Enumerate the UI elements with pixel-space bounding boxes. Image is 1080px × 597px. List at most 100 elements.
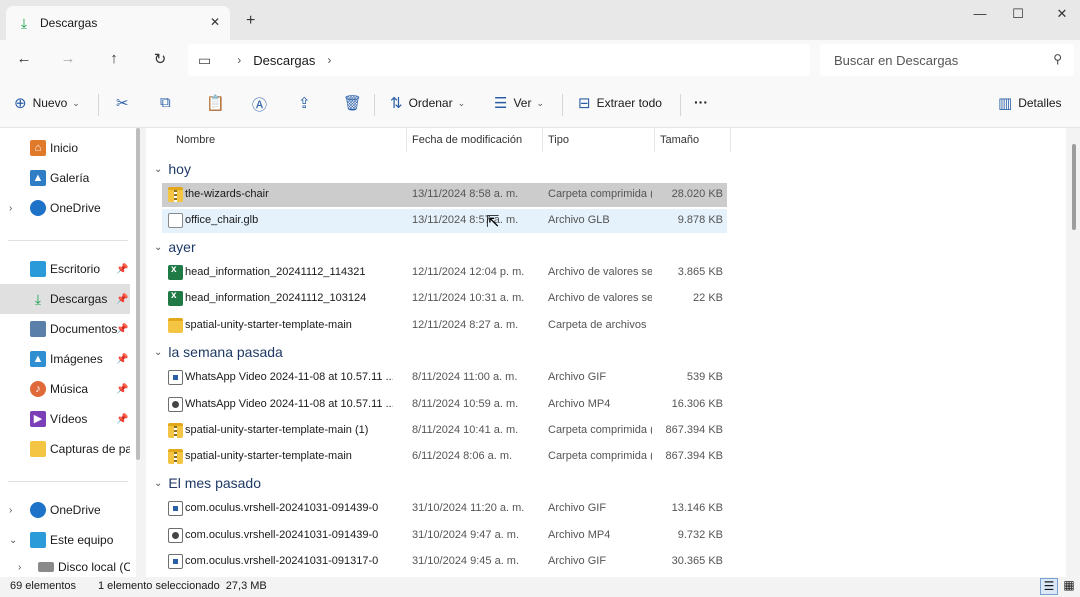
group-label: hoy bbox=[168, 161, 191, 177]
column-header-name[interactable]: Nombre bbox=[176, 134, 215, 146]
sidebar-item-label: Vídeos bbox=[50, 412, 88, 426]
chevron-down-icon: ⌄ bbox=[536, 97, 545, 108]
chevron-right-icon[interactable]: › bbox=[9, 203, 12, 214]
sidebar-item-escritorio[interactable]: Escritorio 📌 bbox=[0, 254, 130, 284]
breadcrumb-descargas[interactable]: Descargas bbox=[253, 53, 315, 68]
chevron-right-icon[interactable]: › bbox=[18, 562, 21, 573]
more-options-button[interactable]: ··· bbox=[694, 94, 708, 110]
sort-button[interactable]: ⇅ Ordenar ⌄ bbox=[390, 94, 465, 112]
paste-button[interactable]: 📋 bbox=[206, 94, 231, 112]
search-input[interactable]: Buscar en Descargas ⚲ bbox=[820, 44, 1074, 76]
sidebar-item-este-equipo[interactable]: ⌄ Este equipo bbox=[0, 525, 130, 555]
file-type: Archivo de valores separados por comas bbox=[548, 292, 652, 304]
table-row[interactable]: com.oculus.vrshell-20241031-091317-0 31/… bbox=[162, 550, 727, 574]
details-view-icon[interactable]: ☰ bbox=[1040, 578, 1058, 595]
pin-icon[interactable]: 📌 bbox=[116, 354, 128, 365]
minimize-icon[interactable]: — bbox=[970, 6, 990, 21]
table-row[interactable]: WhatsApp Video 2024-11-08 at 10.57.11 ..… bbox=[162, 366, 727, 390]
new-button[interactable]: ⊕ Nuevo ⌄ bbox=[14, 94, 80, 112]
divider bbox=[680, 94, 681, 116]
column-header-size[interactable]: Tamaño bbox=[660, 134, 699, 146]
chevron-right-icon[interactable]: › bbox=[9, 505, 12, 516]
table-row[interactable]: spatial-unity-starter-template-main (1) … bbox=[162, 419, 727, 443]
pin-icon[interactable]: 📌 bbox=[116, 414, 128, 425]
share-button[interactable]: ⇪ bbox=[298, 94, 317, 112]
table-row[interactable]: WhatsApp Video 2024-11-08 at 10.57.11 ..… bbox=[162, 393, 727, 417]
group-header-semana-pasada[interactable]: ⌄ la semana pasada bbox=[154, 344, 283, 360]
rename-button[interactable]: Ⓐ bbox=[252, 94, 273, 115]
forward-arrow-icon[interactable]: → bbox=[58, 50, 78, 67]
title-bar: ⤓ Descargas ✕ + — ☐ ✕ bbox=[0, 0, 1080, 40]
folder-icon bbox=[168, 318, 183, 333]
chevron-down-icon: ⌄ bbox=[154, 163, 163, 175]
close-window-icon[interactable]: ✕ bbox=[1052, 6, 1072, 22]
table-row[interactable]: head_information_20241112_103124 12/11/2… bbox=[162, 287, 727, 311]
file-size: 13.146 KB bbox=[671, 502, 723, 514]
sidebar-item-descargas[interactable]: ⤓ Descargas 📌 bbox=[0, 284, 130, 314]
column-header-type[interactable]: Tipo bbox=[548, 134, 569, 146]
sidebar-scrollbar[interactable] bbox=[136, 128, 140, 460]
sidebar-item-inicio[interactable]: ⌂ Inicio bbox=[0, 133, 130, 163]
sidebar-item-documentos[interactable]: Documentos 📌 bbox=[0, 314, 130, 344]
new-tab-button[interactable]: + bbox=[246, 12, 255, 30]
close-tab-icon[interactable]: ✕ bbox=[210, 15, 220, 29]
back-arrow-icon[interactable]: ← bbox=[14, 50, 34, 67]
refresh-icon[interactable]: ↻ bbox=[150, 50, 170, 68]
pin-icon[interactable]: 📌 bbox=[116, 384, 128, 395]
pin-icon[interactable]: 📌 bbox=[116, 294, 128, 305]
table-row[interactable]: the-wizards-chair 13/11/2024 8:58 a. m. … bbox=[162, 183, 727, 207]
file-size: 30.365 KB bbox=[671, 555, 723, 567]
sidebar-item-onedrive-2[interactable]: › OneDrive bbox=[0, 495, 130, 525]
sidebar-item-capturas[interactable]: Capturas de pantalla bbox=[0, 434, 130, 464]
gallery-icon: ▲ bbox=[30, 170, 46, 186]
table-row[interactable]: spatial-unity-starter-template-main 12/1… bbox=[162, 314, 727, 338]
group-header-mes-pasado[interactable]: ⌄ El mes pasado bbox=[154, 475, 261, 491]
file-name: the-wizards-chair bbox=[185, 188, 269, 200]
table-row[interactable]: com.oculus.vrshell-20241031-091439-0 31/… bbox=[162, 497, 727, 521]
up-arrow-icon[interactable]: ↑ bbox=[104, 50, 124, 67]
group-header-ayer[interactable]: ⌄ ayer bbox=[154, 239, 196, 255]
file-name: office_chair.glb bbox=[185, 214, 259, 226]
sidebar-item-galeria[interactable]: ▲ Galería bbox=[0, 163, 130, 193]
sidebar-item-imagenes[interactable]: ▲ Imágenes 📌 bbox=[0, 344, 130, 374]
column-header-date[interactable]: Fecha de modificación bbox=[412, 134, 522, 146]
file-list: Nombre Fecha de modificación Tipo Tamaño… bbox=[146, 128, 1066, 577]
copy-button[interactable]: ⧉ bbox=[160, 94, 177, 111]
gif-file-icon bbox=[168, 501, 183, 516]
table-row[interactable]: spatial-unity-starter-template-main 6/11… bbox=[162, 445, 727, 469]
chevron-right-icon[interactable]: › bbox=[237, 53, 241, 67]
delete-button[interactable]: 🗑 bbox=[343, 94, 368, 112]
file-list-scrollbar[interactable] bbox=[1072, 144, 1076, 230]
sidebar-item-disco-local[interactable]: › Disco local (C:) bbox=[0, 556, 130, 578]
pin-icon[interactable]: 📌 bbox=[116, 264, 128, 275]
file-name: WhatsApp Video 2024-11-08 at 10.57.11 ..… bbox=[185, 371, 393, 383]
file-type: Archivo GIF bbox=[548, 371, 607, 383]
cut-button[interactable]: ✂ bbox=[116, 94, 135, 112]
sidebar-item-onedrive[interactable]: › OneDrive bbox=[0, 193, 130, 223]
file-type: Archivo de valores separados por comas bbox=[548, 266, 652, 278]
table-row[interactable]: com.oculus.vrshell-20241031-091439-0 31/… bbox=[162, 524, 727, 548]
address-bar[interactable]: ▭ › Descargas › bbox=[188, 44, 810, 76]
tab-descargas[interactable]: ⤓ Descargas ✕ bbox=[6, 6, 230, 40]
details-button[interactable]: ▥ Detalles bbox=[998, 94, 1062, 112]
drive-icon bbox=[38, 562, 54, 572]
file-size: 16.306 KB bbox=[671, 398, 723, 410]
table-row[interactable]: head_information_20241112_114321 12/11/2… bbox=[162, 261, 727, 285]
maximize-icon[interactable]: ☐ bbox=[1008, 6, 1028, 22]
group-label: ayer bbox=[168, 239, 196, 255]
documents-icon bbox=[30, 321, 46, 337]
sidebar-item-videos[interactable]: ▶ Vídeos 📌 bbox=[0, 404, 130, 434]
mouse-pointer-icon: ⇱ bbox=[486, 214, 500, 231]
download-icon: ⤓ bbox=[34, 291, 42, 307]
divider bbox=[654, 128, 655, 152]
chevron-right-icon[interactable]: › bbox=[327, 53, 331, 67]
view-button[interactable]: ☰ Ver ⌄ bbox=[494, 94, 544, 112]
chevron-down-icon[interactable]: ⌄ bbox=[9, 535, 17, 546]
file-date: 12/11/2024 8:27 a. m. bbox=[412, 319, 519, 331]
group-header-hoy[interactable]: ⌄ hoy bbox=[154, 161, 191, 177]
pin-icon[interactable]: 📌 bbox=[116, 324, 128, 335]
tiles-view-icon[interactable]: ▦ bbox=[1060, 578, 1078, 595]
extract-all-button[interactable]: ⊟ Extraer todo bbox=[578, 94, 662, 112]
table-row[interactable]: office_chair.glb 13/11/2024 8:57 a. m. A… bbox=[162, 209, 727, 233]
sidebar-item-musica[interactable]: ♪ Música 📌 bbox=[0, 374, 130, 404]
